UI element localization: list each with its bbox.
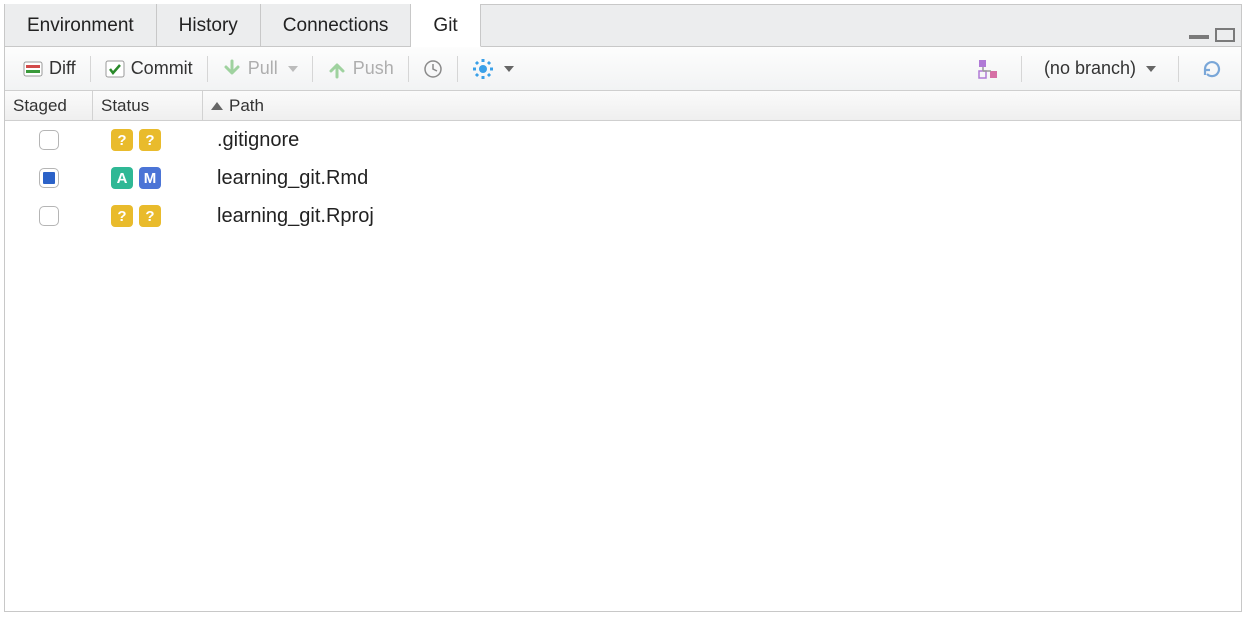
tab-connections[interactable]: Connections (261, 4, 412, 46)
commit-button[interactable]: Commit (97, 56, 201, 81)
stage-checkbox[interactable] (39, 130, 59, 150)
diff-button[interactable]: Diff (15, 56, 84, 81)
window-controls (1189, 28, 1235, 42)
refresh-button[interactable] (1193, 56, 1231, 82)
separator (90, 56, 91, 82)
col-header-staged[interactable]: Staged (5, 91, 93, 120)
pull-icon (222, 59, 242, 79)
minimize-icon[interactable] (1189, 31, 1209, 39)
sort-asc-icon (211, 102, 223, 110)
separator (207, 56, 208, 82)
more-dropdown-icon (504, 66, 514, 72)
diff-icon (23, 61, 43, 77)
git-toolbar: Diff Commit Pull Push (5, 47, 1241, 91)
status-badge-unknown: ? (139, 205, 161, 227)
toolbar-right: (no branch) (969, 56, 1231, 82)
gear-icon (472, 58, 494, 80)
push-button[interactable]: Push (319, 56, 402, 81)
col-path-label: Path (229, 96, 264, 116)
new-branch-button[interactable] (969, 56, 1007, 82)
refresh-icon (1201, 58, 1223, 80)
status-badge-unknown: ? (139, 129, 161, 151)
file-list: ? ? .gitignore A M learning_git.Rmd ? ? … (5, 121, 1241, 611)
stage-checkbox[interactable] (39, 206, 59, 226)
branch-selector[interactable]: (no branch) (1036, 56, 1164, 81)
more-button[interactable] (464, 56, 522, 82)
tab-history[interactable]: History (157, 4, 261, 46)
push-icon (327, 59, 347, 79)
file-path: .gitignore (203, 129, 1241, 152)
history-button[interactable] (415, 57, 451, 81)
status-badge-modified: M (139, 167, 161, 189)
separator (408, 56, 409, 82)
tab-bar: Environment History Connections Git (5, 5, 1241, 47)
col-header-status[interactable]: Status (93, 91, 203, 120)
pull-dropdown-icon (288, 66, 298, 72)
separator (457, 56, 458, 82)
file-path: learning_git.Rmd (203, 167, 1241, 190)
col-header-path[interactable]: Path (203, 91, 1241, 120)
pull-label: Pull (248, 58, 278, 79)
separator (1178, 56, 1179, 82)
status-badge-added: A (111, 167, 133, 189)
tab-environment[interactable]: Environment (5, 4, 157, 46)
branch-new-icon (977, 58, 999, 80)
tab-git[interactable]: Git (411, 4, 480, 47)
status-cell: ? ? (93, 129, 203, 151)
status-badge-unknown: ? (111, 129, 133, 151)
stage-checkbox[interactable] (39, 168, 59, 188)
file-list-header: Staged Status Path (5, 91, 1241, 121)
status-badge-unknown: ? (111, 205, 133, 227)
clock-icon (423, 59, 443, 79)
file-row[interactable]: ? ? .gitignore (5, 121, 1241, 159)
status-cell: A M (93, 167, 203, 189)
git-panel: Environment History Connections Git Diff… (4, 4, 1242, 612)
commit-label: Commit (131, 58, 193, 79)
separator (1021, 56, 1022, 82)
branch-dropdown-icon (1146, 66, 1156, 72)
file-row[interactable]: A M learning_git.Rmd (5, 159, 1241, 197)
maximize-icon[interactable] (1215, 28, 1235, 42)
branch-label: (no branch) (1044, 58, 1136, 79)
file-path: learning_git.Rproj (203, 205, 1241, 228)
pull-button[interactable]: Pull (214, 56, 306, 81)
push-label: Push (353, 58, 394, 79)
status-cell: ? ? (93, 205, 203, 227)
separator (312, 56, 313, 82)
commit-icon (105, 60, 125, 78)
diff-label: Diff (49, 58, 76, 79)
file-row[interactable]: ? ? learning_git.Rproj (5, 197, 1241, 235)
